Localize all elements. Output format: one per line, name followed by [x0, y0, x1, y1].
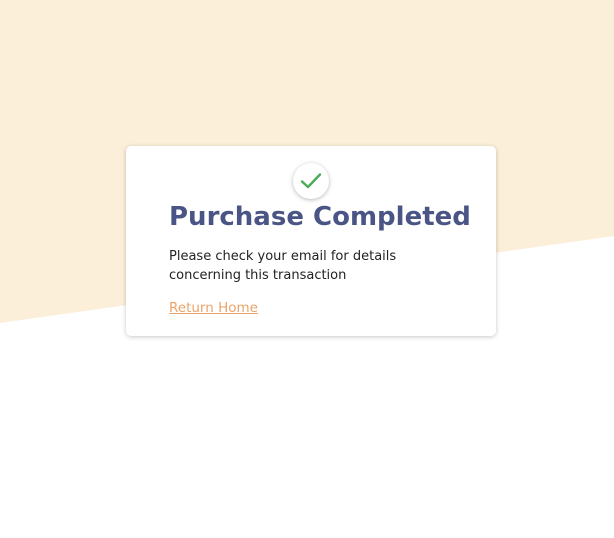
success-badge — [293, 163, 329, 199]
checkmark-icon — [300, 173, 322, 189]
return-home-link[interactable]: Return Home — [169, 299, 258, 318]
page: Purchase Completed Please check your ema… — [0, 0, 614, 538]
purchase-confirmation-card: Purchase Completed Please check your ema… — [126, 146, 496, 336]
page-title: Purchase Completed — [169, 202, 471, 232]
confirmation-message: Please check your email for details conc… — [169, 249, 397, 283]
